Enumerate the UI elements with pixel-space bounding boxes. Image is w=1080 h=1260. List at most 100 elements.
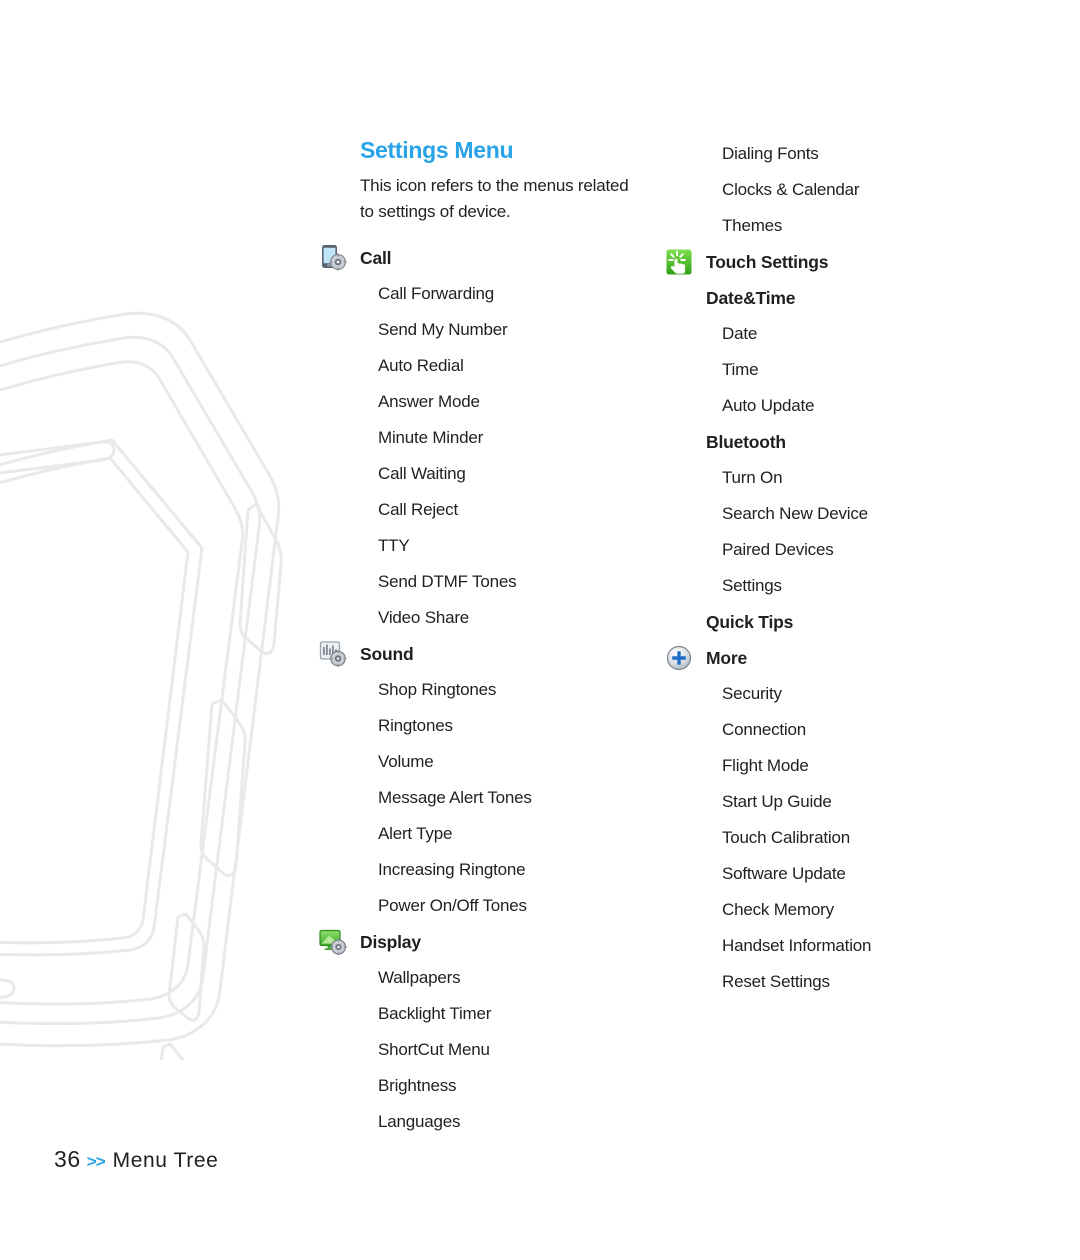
menu-item: Dialing Fonts [658, 136, 1018, 172]
menu-item: Backlight Timer [312, 996, 642, 1032]
menu-item-label: Start Up Guide [722, 792, 832, 811]
menu-item: Volume [312, 744, 642, 780]
menu-item-label: ShortCut Menu [378, 1040, 490, 1060]
menu-item: Themes [658, 208, 1018, 244]
menu-item-label: Languages [378, 1112, 461, 1132]
menu-item-label: Answer Mode [378, 392, 480, 412]
menu-item: Time [658, 352, 1018, 388]
page-number: 36 [54, 1146, 81, 1172]
menu-item-label: Quick Tips [706, 612, 794, 632]
menu-item-label: Software Update [722, 864, 846, 883]
menu-item: Shop Ringtones [312, 672, 642, 708]
menu-list-right: Dialing Fonts Clocks & Calendar Themes Touc… [658, 136, 1018, 1000]
menu-item-label: Call Waiting [378, 464, 466, 484]
menu-item: Software Update [658, 856, 1018, 892]
menu-item-label: Message Alert Tones [378, 788, 532, 808]
menu-item-label: Send My Number [378, 320, 508, 340]
menu-item-label: Increasing Ringtone [378, 860, 526, 880]
phone-settings-icon [318, 243, 348, 273]
menu-item: Paired Devices [658, 532, 1018, 568]
touch-settings-icon [664, 247, 694, 277]
menu-item: Security [658, 676, 1018, 712]
menu-list-left: Call Call Forwarding Send My Number Auto Re… [312, 240, 642, 1140]
menu-item: Send My Number [312, 312, 642, 348]
menu-item-label: Flight Mode [722, 756, 809, 775]
display-settings-icon [318, 927, 348, 957]
menu-item-label: Send DTMF Tones [378, 572, 517, 592]
menu-item-label: Call [360, 248, 392, 269]
menu-item-label: Connection [722, 720, 807, 739]
chevron-double-right-icon: >> [86, 1152, 106, 1171]
menu-item-label: Dialing Fonts [722, 144, 819, 163]
section-description: This icon refers to the menus related to… [360, 175, 629, 221]
menu-item: Handset Information [658, 928, 1018, 964]
page-footer: 36 >> Menu Tree [54, 1146, 218, 1173]
left-column: Settings Menu This icon refers to the me… [312, 136, 642, 1140]
page-title: Settings Menu [360, 137, 514, 163]
menu-item: Auto Update [658, 388, 1018, 424]
menu-item-label: Display [360, 932, 421, 953]
menu-item: Date [658, 316, 1018, 352]
menu-item-label: Auto Redial [378, 356, 464, 376]
menu-item: Message Alert Tones [312, 780, 642, 816]
menu-item: Video Share [312, 600, 642, 636]
menu-item-label: Minute Minder [378, 428, 484, 448]
menu-item-label: Date&Time [706, 288, 796, 308]
menu-item-label: Date [722, 324, 758, 343]
sound-settings-icon [318, 639, 348, 669]
footer-label: Menu Tree [112, 1149, 219, 1172]
menu-item-label: Settings [722, 576, 782, 595]
menu-item-label: Shop Ringtones [378, 680, 497, 700]
menu-item: Brightness [312, 1068, 642, 1104]
menu-item: ShortCut Menu [312, 1032, 642, 1068]
menu-item-label: Paired Devices [722, 540, 834, 559]
menu-item: Start Up Guide [658, 784, 1018, 820]
menu-item: Settings [658, 568, 1018, 604]
menu-heading: Call [312, 240, 642, 276]
menu-item-label: Handset Information [722, 936, 872, 955]
menu-subheading: Date&Time [658, 280, 1018, 316]
menu-item: Power On/Off Tones [312, 888, 642, 924]
menu-item-label: Call Reject [378, 500, 458, 520]
menu-item-label: Touch Settings [706, 252, 829, 272]
menu-item-label: Sound [360, 644, 414, 665]
menu-item: Increasing Ringtone [312, 852, 642, 888]
menu-item-label: TTY [378, 536, 410, 556]
menu-item-label: Volume [378, 752, 434, 772]
menu-item: Wallpapers [312, 960, 642, 996]
menu-item: Turn On [658, 460, 1018, 496]
menu-item: Connection [658, 712, 1018, 748]
menu-item-label: Themes [722, 216, 783, 235]
menu-item: Answer Mode [312, 384, 642, 420]
menu-item-label: Search New Device [722, 504, 868, 523]
menu-item-label: Turn On [722, 468, 783, 487]
menu-item-label: Auto Update [722, 396, 815, 415]
menu-item-label: Power On/Off Tones [378, 896, 527, 916]
menu-item: Search New Device [658, 496, 1018, 532]
menu-item-label: Ringtones [378, 716, 453, 736]
menu-item-label: Brightness [378, 1076, 457, 1096]
menu-heading: Touch Settings [658, 244, 1018, 280]
menu-item: Ringtones [312, 708, 642, 744]
menu-item: Clocks & Calendar [658, 172, 1018, 208]
phone-outline-watermark [0, 300, 360, 1060]
menu-item: Alert Type [312, 816, 642, 852]
menu-item: Call Reject [312, 492, 642, 528]
menu-item-label: Alert Type [378, 824, 453, 844]
menu-item: Auto Redial [312, 348, 642, 384]
menu-item-label: Call Forwarding [378, 284, 495, 304]
menu-item: Reset Settings [658, 964, 1018, 1000]
menu-heading: Display [312, 924, 642, 960]
menu-item: Touch Calibration [658, 820, 1018, 856]
menu-item: Call Forwarding [312, 276, 642, 312]
menu-item: Languages [312, 1104, 642, 1140]
menu-item-label: Bluetooth [706, 432, 786, 452]
menu-item-label: More [706, 648, 748, 668]
menu-item: Send DTMF Tones [312, 564, 642, 600]
menu-subheading: Quick Tips [658, 604, 1018, 640]
menu-item-label: Video Share [378, 608, 470, 628]
menu-item-label: Wallpapers [378, 968, 461, 988]
plus-circle-icon [664, 643, 694, 673]
menu-item: Check Memory [658, 892, 1018, 928]
menu-item-label: Backlight Timer [378, 1004, 492, 1024]
